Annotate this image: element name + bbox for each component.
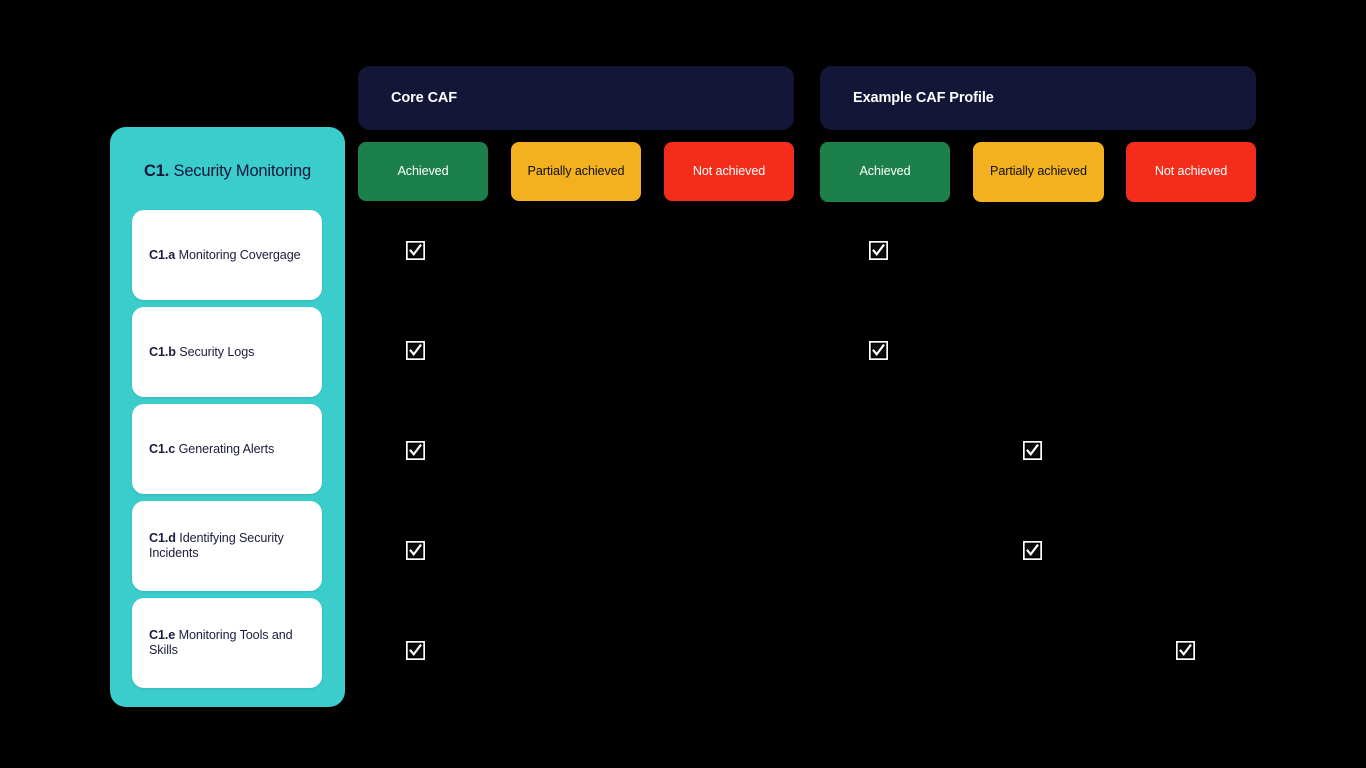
sidebar-item-c1-a[interactable]: C1.a Monitoring Covergage — [132, 210, 322, 300]
ballot-box-with-check-icon[interactable] — [406, 341, 425, 360]
sidebar-item-text: C1.d Identifying Security Incidents — [149, 531, 305, 561]
sidebar-item-code: C1.a — [149, 247, 176, 262]
status-button-label: Partially achieved — [990, 164, 1087, 179]
ballot-box-with-check-icon[interactable] — [406, 541, 425, 560]
group-title: Core CAF — [391, 90, 458, 106]
sidebar-item-label: Generating Alerts — [175, 441, 275, 456]
status-button-core-caf-not-achieved[interactable]: Not achieved — [664, 142, 794, 201]
status-button-example-caf-profile-not-achieved[interactable]: Not achieved — [1126, 142, 1256, 202]
ballot-box-with-check-icon[interactable] — [1023, 541, 1042, 560]
ballot-box-with-check-icon[interactable] — [406, 241, 425, 260]
sidebar-item-label: Security Logs — [175, 344, 255, 359]
ballot-box-with-check-icon[interactable] — [1176, 641, 1195, 660]
sidebar-item-code: C1.e — [149, 628, 176, 642]
sidebar-title: C1. Security Monitoring — [110, 127, 345, 215]
sidebar-item-c1-c[interactable]: C1.c Generating Alerts — [132, 404, 322, 494]
ballot-box-with-check-icon[interactable] — [1023, 441, 1042, 460]
status-button-label: Achieved — [859, 164, 911, 179]
status-button-core-caf-achieved[interactable]: Achieved — [358, 142, 488, 201]
status-button-core-caf-partially-achieved[interactable]: Partially achieved — [511, 142, 641, 201]
group-title: Example CAF Profile — [853, 90, 994, 106]
sidebar-item-code: C1.c — [149, 441, 176, 456]
group-header-example-caf-profile: Example CAF Profile — [820, 66, 1256, 130]
sidebar-item-c1-d[interactable]: C1.d Identifying Security Incidents — [132, 501, 322, 591]
status-button-label: Not achieved — [1154, 164, 1228, 179]
sidebar-item-text: C1.b Security Logs — [149, 345, 254, 360]
sidebar-item-text: C1.e Monitoring Tools and Skills — [149, 628, 305, 658]
status-button-label: Not achieved — [692, 163, 766, 178]
sidebar-item-label: Monitoring Covergage — [175, 247, 301, 262]
ballot-box-with-check-icon[interactable] — [869, 341, 888, 360]
sidebar-panel: C1. Security Monitoring C1.a Monitoring … — [110, 127, 345, 707]
status-button-example-caf-profile-partially-achieved[interactable]: Partially achieved — [973, 142, 1104, 202]
ballot-box-with-check-icon[interactable] — [406, 641, 425, 660]
sidebar-item-text: C1.c Generating Alerts — [149, 442, 274, 457]
ballot-box-with-check-icon[interactable] — [406, 441, 425, 460]
status-button-label: Achieved — [397, 163, 449, 178]
sidebar-item-code: C1.b — [149, 344, 176, 359]
sidebar-title-name: Security Monitoring — [173, 161, 312, 180]
sidebar-title-code: C1. — [144, 161, 170, 180]
status-button-label: Partially achieved — [527, 163, 625, 178]
sidebar-item-code: C1.d — [149, 531, 176, 545]
sidebar-item-c1-e[interactable]: C1.e Monitoring Tools and Skills — [132, 598, 322, 688]
group-header-core-caf: Core CAF — [358, 66, 794, 130]
status-button-example-caf-profile-achieved[interactable]: Achieved — [820, 142, 950, 202]
sidebar-item-text: C1.a Monitoring Covergage — [149, 248, 301, 263]
sidebar-item-c1-b[interactable]: C1.b Security Logs — [132, 307, 322, 397]
ballot-box-with-check-icon[interactable] — [869, 241, 888, 260]
